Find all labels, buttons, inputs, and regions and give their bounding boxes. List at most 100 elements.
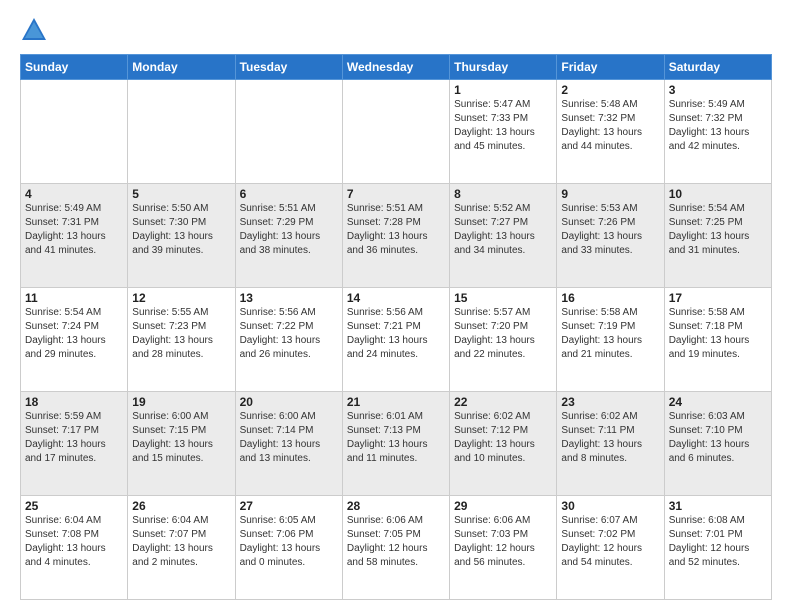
day-header-thursday: Thursday [450,55,557,80]
day-number: 26 [132,499,230,513]
calendar-cell: 16Sunrise: 5:58 AM Sunset: 7:19 PM Dayli… [557,288,664,392]
day-info: Sunrise: 6:04 AM Sunset: 7:08 PM Dayligh… [25,514,123,570]
calendar-cell: 15Sunrise: 5:57 AM Sunset: 7:20 PM Dayli… [450,288,557,392]
calendar-cell [128,80,235,184]
day-number: 11 [25,291,123,305]
calendar-cell: 25Sunrise: 6:04 AM Sunset: 7:08 PM Dayli… [21,496,128,600]
day-number: 19 [132,395,230,409]
calendar-cell: 28Sunrise: 6:06 AM Sunset: 7:05 PM Dayli… [342,496,449,600]
calendar-cell: 6Sunrise: 5:51 AM Sunset: 7:29 PM Daylig… [235,184,342,288]
day-header-sunday: Sunday [21,55,128,80]
day-number: 8 [454,187,552,201]
day-number: 29 [454,499,552,513]
day-number: 4 [25,187,123,201]
day-info: Sunrise: 6:04 AM Sunset: 7:07 PM Dayligh… [132,514,230,570]
day-number: 31 [669,499,767,513]
day-info: Sunrise: 5:49 AM Sunset: 7:31 PM Dayligh… [25,202,123,258]
calendar-cell: 26Sunrise: 6:04 AM Sunset: 7:07 PM Dayli… [128,496,235,600]
day-number: 18 [25,395,123,409]
calendar-cell: 1Sunrise: 5:47 AM Sunset: 7:33 PM Daylig… [450,80,557,184]
day-number: 2 [561,83,659,97]
day-number: 17 [669,291,767,305]
calendar-cell: 2Sunrise: 5:48 AM Sunset: 7:32 PM Daylig… [557,80,664,184]
day-number: 9 [561,187,659,201]
day-info: Sunrise: 6:02 AM Sunset: 7:12 PM Dayligh… [454,410,552,466]
calendar-week-row: 18Sunrise: 5:59 AM Sunset: 7:17 PM Dayli… [21,392,772,496]
calendar-cell: 8Sunrise: 5:52 AM Sunset: 7:27 PM Daylig… [450,184,557,288]
calendar-cell: 23Sunrise: 6:02 AM Sunset: 7:11 PM Dayli… [557,392,664,496]
page: SundayMondayTuesdayWednesdayThursdayFrid… [0,0,792,612]
day-info: Sunrise: 5:47 AM Sunset: 7:33 PM Dayligh… [454,98,552,154]
day-info: Sunrise: 6:06 AM Sunset: 7:05 PM Dayligh… [347,514,445,570]
day-info: Sunrise: 6:08 AM Sunset: 7:01 PM Dayligh… [669,514,767,570]
calendar-cell: 22Sunrise: 6:02 AM Sunset: 7:12 PM Dayli… [450,392,557,496]
day-number: 10 [669,187,767,201]
calendar-week-row: 4Sunrise: 5:49 AM Sunset: 7:31 PM Daylig… [21,184,772,288]
day-number: 23 [561,395,659,409]
day-info: Sunrise: 5:58 AM Sunset: 7:19 PM Dayligh… [561,306,659,362]
day-info: Sunrise: 6:02 AM Sunset: 7:11 PM Dayligh… [561,410,659,466]
calendar-cell [342,80,449,184]
day-info: Sunrise: 6:00 AM Sunset: 7:14 PM Dayligh… [240,410,338,466]
calendar-cell: 18Sunrise: 5:59 AM Sunset: 7:17 PM Dayli… [21,392,128,496]
day-number: 1 [454,83,552,97]
day-number: 13 [240,291,338,305]
day-number: 21 [347,395,445,409]
day-header-monday: Monday [128,55,235,80]
calendar-cell: 31Sunrise: 6:08 AM Sunset: 7:01 PM Dayli… [664,496,771,600]
day-number: 6 [240,187,338,201]
calendar-cell: 27Sunrise: 6:05 AM Sunset: 7:06 PM Dayli… [235,496,342,600]
day-info: Sunrise: 5:58 AM Sunset: 7:18 PM Dayligh… [669,306,767,362]
day-number: 15 [454,291,552,305]
calendar-cell: 10Sunrise: 5:54 AM Sunset: 7:25 PM Dayli… [664,184,771,288]
day-header-saturday: Saturday [664,55,771,80]
day-number: 22 [454,395,552,409]
calendar-cell: 21Sunrise: 6:01 AM Sunset: 7:13 PM Dayli… [342,392,449,496]
calendar-cell: 5Sunrise: 5:50 AM Sunset: 7:30 PM Daylig… [128,184,235,288]
logo-icon [20,16,48,44]
day-info: Sunrise: 5:49 AM Sunset: 7:32 PM Dayligh… [669,98,767,154]
calendar-week-row: 11Sunrise: 5:54 AM Sunset: 7:24 PM Dayli… [21,288,772,392]
day-number: 27 [240,499,338,513]
day-info: Sunrise: 6:03 AM Sunset: 7:10 PM Dayligh… [669,410,767,466]
calendar-cell: 20Sunrise: 6:00 AM Sunset: 7:14 PM Dayli… [235,392,342,496]
day-info: Sunrise: 5:54 AM Sunset: 7:25 PM Dayligh… [669,202,767,258]
day-number: 24 [669,395,767,409]
day-info: Sunrise: 5:50 AM Sunset: 7:30 PM Dayligh… [132,202,230,258]
day-info: Sunrise: 5:59 AM Sunset: 7:17 PM Dayligh… [25,410,123,466]
day-number: 16 [561,291,659,305]
day-number: 25 [25,499,123,513]
calendar-cell: 24Sunrise: 6:03 AM Sunset: 7:10 PM Dayli… [664,392,771,496]
day-number: 20 [240,395,338,409]
calendar-cell: 19Sunrise: 6:00 AM Sunset: 7:15 PM Dayli… [128,392,235,496]
day-info: Sunrise: 5:56 AM Sunset: 7:22 PM Dayligh… [240,306,338,362]
day-number: 12 [132,291,230,305]
calendar-cell: 13Sunrise: 5:56 AM Sunset: 7:22 PM Dayli… [235,288,342,392]
day-info: Sunrise: 5:51 AM Sunset: 7:28 PM Dayligh… [347,202,445,258]
day-header-wednesday: Wednesday [342,55,449,80]
day-info: Sunrise: 5:56 AM Sunset: 7:21 PM Dayligh… [347,306,445,362]
day-info: Sunrise: 6:01 AM Sunset: 7:13 PM Dayligh… [347,410,445,466]
day-info: Sunrise: 5:55 AM Sunset: 7:23 PM Dayligh… [132,306,230,362]
logo [20,16,52,44]
calendar-cell: 3Sunrise: 5:49 AM Sunset: 7:32 PM Daylig… [664,80,771,184]
day-info: Sunrise: 5:52 AM Sunset: 7:27 PM Dayligh… [454,202,552,258]
day-info: Sunrise: 6:07 AM Sunset: 7:02 PM Dayligh… [561,514,659,570]
day-info: Sunrise: 6:06 AM Sunset: 7:03 PM Dayligh… [454,514,552,570]
day-info: Sunrise: 5:54 AM Sunset: 7:24 PM Dayligh… [25,306,123,362]
calendar-week-row: 1Sunrise: 5:47 AM Sunset: 7:33 PM Daylig… [21,80,772,184]
day-info: Sunrise: 5:57 AM Sunset: 7:20 PM Dayligh… [454,306,552,362]
day-info: Sunrise: 5:48 AM Sunset: 7:32 PM Dayligh… [561,98,659,154]
day-number: 3 [669,83,767,97]
day-number: 28 [347,499,445,513]
calendar-cell: 4Sunrise: 5:49 AM Sunset: 7:31 PM Daylig… [21,184,128,288]
day-info: Sunrise: 6:05 AM Sunset: 7:06 PM Dayligh… [240,514,338,570]
calendar-cell: 30Sunrise: 6:07 AM Sunset: 7:02 PM Dayli… [557,496,664,600]
calendar-cell: 7Sunrise: 5:51 AM Sunset: 7:28 PM Daylig… [342,184,449,288]
day-info: Sunrise: 5:51 AM Sunset: 7:29 PM Dayligh… [240,202,338,258]
day-info: Sunrise: 6:00 AM Sunset: 7:15 PM Dayligh… [132,410,230,466]
calendar-cell: 12Sunrise: 5:55 AM Sunset: 7:23 PM Dayli… [128,288,235,392]
calendar-cell [235,80,342,184]
day-info: Sunrise: 5:53 AM Sunset: 7:26 PM Dayligh… [561,202,659,258]
day-number: 30 [561,499,659,513]
